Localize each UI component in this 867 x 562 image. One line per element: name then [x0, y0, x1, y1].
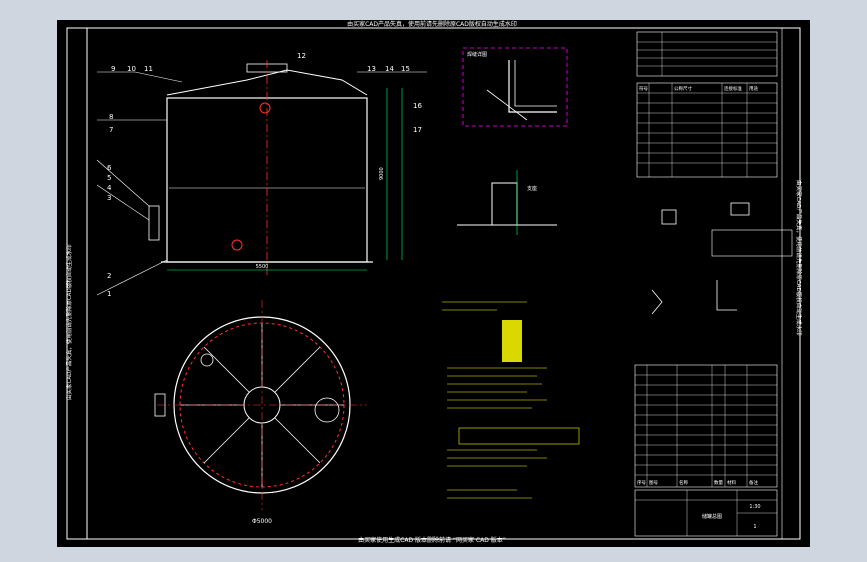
- svg-text:数量: 数量: [714, 479, 723, 486]
- balloon-labels-right: 12 13 14 15 16 17: [297, 52, 422, 134]
- svg-text:6: 6: [107, 164, 112, 172]
- left-side-banner: 由买家CAD产品失真，使用前请先删除原CAD版权自动生成水印: [65, 244, 73, 400]
- svg-text:连接标准: 连接标准: [724, 85, 742, 92]
- title-block: 储罐总图 1:30 1: [634, 489, 778, 537]
- svg-text:12: 12: [297, 52, 306, 60]
- cad-drawing-canvas: 由买家CAD产品失真，使用前请先删除原CAD版权自动生成水印 由买家使用生成CA…: [65, 20, 803, 544]
- support-label: 支座: [527, 185, 537, 192]
- svg-text:2: 2: [107, 272, 111, 280]
- svg-text:14: 14: [385, 65, 394, 73]
- tank-elevation-view: 9000 5500: [96, 60, 427, 296]
- svg-text:1: 1: [107, 290, 111, 298]
- balloon-labels-left: 9 10 11 8 7 6 5 4 3 2 1: [107, 65, 153, 298]
- parts-list-table: 序号 图号 名称 数量 材料 备注: [634, 364, 778, 488]
- svg-text:7: 7: [109, 126, 113, 134]
- svg-text:16: 16: [413, 102, 422, 110]
- support-detail: 支座: [457, 170, 557, 235]
- sheet-number: 1: [753, 524, 756, 530]
- svg-text:图号: 图号: [649, 480, 658, 486]
- drawing-scale: 1:30: [749, 504, 760, 510]
- svg-text:17: 17: [413, 126, 422, 134]
- drawing-name: 储罐总图: [702, 513, 722, 520]
- weld-detail-label: 焊缝详图: [467, 51, 487, 58]
- drawing-sheet: 由买家CAD产品失真，使用前请先删除原CAD版权自动生成水印 由买家使用生成CA…: [57, 20, 810, 547]
- svg-text:用途: 用途: [749, 85, 758, 92]
- header-banner: 由买家CAD产品失真，使用前请先删除原CAD版权自动生成水印: [347, 20, 517, 28]
- svg-text:11: 11: [144, 65, 153, 73]
- weld-detail: 焊缝详图: [462, 47, 568, 127]
- technical-notes: [442, 301, 580, 499]
- small-details: [651, 202, 750, 315]
- plan-diameter-text: Φ5000: [252, 518, 272, 525]
- right-side-banner: 由买家CAD产品失真，使用前请先删除原CAD版权自动生成水印: [795, 180, 803, 336]
- footer-banner: 由买家使用生成CAD 版本删除前请 “网买家 CAD 版本”: [358, 536, 506, 544]
- svg-text:序号: 序号: [637, 479, 646, 486]
- svg-text:5: 5: [107, 174, 111, 182]
- svg-text:10: 10: [127, 65, 136, 73]
- svg-text:4: 4: [107, 184, 112, 192]
- svg-text:备注: 备注: [749, 479, 758, 486]
- tank-plan-view: Φ5000: [154, 300, 367, 525]
- base-dim-text: 5500: [256, 264, 269, 270]
- detail-table: [711, 229, 793, 257]
- svg-text:名称: 名称: [679, 479, 688, 486]
- inner-border: [66, 27, 801, 540]
- height-dim-text: 9000: [379, 167, 385, 180]
- nozzle-table: 符号 公称尺寸 连接标准 用途: [636, 31, 778, 178]
- svg-text:符号: 符号: [639, 85, 648, 92]
- svg-text:13: 13: [367, 65, 376, 73]
- svg-text:公称尺寸: 公称尺寸: [674, 85, 692, 92]
- svg-text:15: 15: [401, 65, 410, 73]
- svg-text:3: 3: [107, 194, 111, 202]
- svg-text:材料: 材料: [727, 479, 736, 486]
- svg-text:9: 9: [111, 65, 115, 73]
- svg-text:8: 8: [109, 113, 113, 121]
